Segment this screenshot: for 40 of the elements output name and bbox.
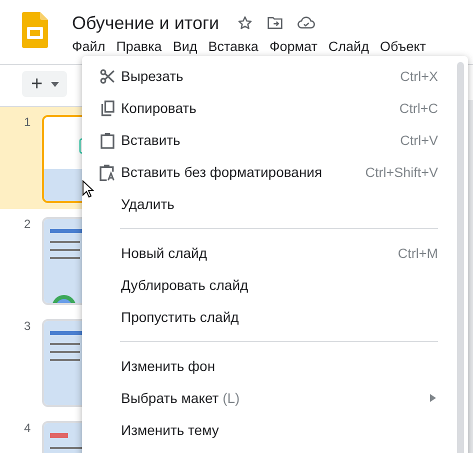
slide-number: 3 — [23, 319, 32, 333]
menu-item-label: Изменить фон — [121, 358, 216, 374]
menu-item[interactable]: Изменить фон — [82, 350, 468, 382]
new-slide-button[interactable]: + — [22, 71, 67, 97]
menu-item-label: Дублировать слайд — [121, 277, 250, 293]
menu-item[interactable]: Новый слайд Ctrl+M — [82, 237, 468, 269]
shortcut-text: Ctrl+Shift+V — [365, 164, 438, 180]
menu-bar-item[interactable]: Правка — [116, 39, 162, 54]
menu-item[interactable]: Копировать Ctrl+C — [82, 92, 468, 124]
shortcut-text: Ctrl+M — [398, 246, 438, 260]
menu-item[interactable]: Выбрать макет (L) — [82, 382, 468, 414]
menu-item-label: Новый слайд — [121, 245, 208, 261]
menu-item[interactable]: Вставить Ctrl+V — [82, 124, 468, 156]
slide-number: 2 — [23, 217, 32, 231]
menu-bar-item[interactable]: Вставка — [208, 39, 258, 54]
menu-item-label: Вырезать — [121, 68, 184, 84]
menu-item[interactable]: Вставить без форматирования Ctrl+Shift+V — [82, 156, 468, 188]
menu-bar-item[interactable]: Слайд — [328, 39, 369, 54]
menu-item[interactable]: Пропустить слайд — [82, 301, 468, 333]
document-title[interactable]: Обучение и итоги — [72, 12, 220, 34]
menu-item[interactable]: Вырезать Ctrl+X — [82, 60, 468, 92]
menu-item-label: Выбрать макет (L) — [121, 390, 241, 406]
menu-item-label: Пропустить слайд — [121, 309, 240, 325]
shortcut-text: Ctrl+X — [400, 68, 438, 84]
menu-item-label: Изменить тему — [121, 422, 220, 438]
menu-item[interactable]: Изменить тему — [82, 414, 468, 446]
menu-item-label: Вставить без форматирования — [121, 164, 324, 180]
menu-item-label: Копировать — [121, 100, 198, 116]
shortcut-text: Ctrl+C — [399, 100, 438, 116]
shortcut-text: Ctrl+V — [400, 132, 438, 148]
menu-bar-item[interactable]: Формат — [269, 39, 318, 54]
slide-number: 1 — [23, 115, 32, 129]
menu-bar-item[interactable]: Вид — [172, 39, 198, 54]
slide-number: 4 — [23, 421, 32, 435]
menu-item-label: Удалить — [121, 196, 176, 212]
menu-item[interactable]: Дублировать слайд — [82, 269, 468, 301]
menu-bar-item[interactable]: Объект — [380, 39, 426, 54]
menu-item[interactable]: Удалить — [82, 188, 468, 220]
menu-bar-item[interactable]: Файл — [72, 39, 106, 54]
menu-item-label: Вставить — [121, 132, 182, 148]
